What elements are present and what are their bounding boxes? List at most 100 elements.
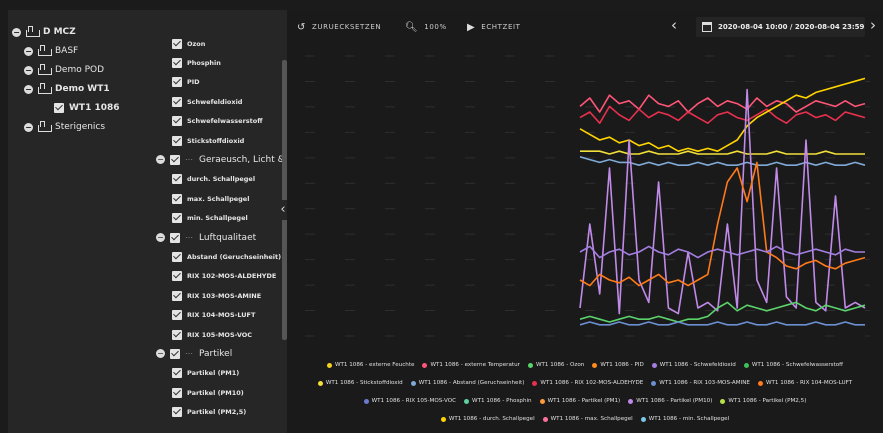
collapse-icon[interactable]: − — [24, 122, 33, 132]
date-range-picker[interactable]: 2020-08-04 10:00 / 2020-08-04 23:59 — [696, 17, 865, 37]
next-range-icon[interactable]: › — [870, 16, 876, 34]
line-chart[interactable] — [295, 46, 875, 346]
sensor-item[interactable]: RIX 105-MOS-VOC — [172, 326, 252, 343]
legend-dot-icon — [317, 380, 323, 386]
checkbox-icon[interactable] — [172, 329, 182, 340]
series-line[interactable] — [579, 156, 866, 166]
collapse-icon[interactable]: − — [12, 27, 21, 37]
checkbox-icon[interactable] — [172, 310, 182, 321]
tree-item[interactable]: − Demo WT1 — [24, 81, 110, 97]
checkbox-icon[interactable] — [172, 387, 182, 398]
checkbox-icon[interactable] — [172, 174, 182, 185]
legend-item[interactable]: WT1 1086 - Schwefelwasserstoff — [743, 362, 843, 368]
checkbox-icon[interactable] — [172, 96, 182, 107]
sensor-item[interactable]: Abstand (Geruchseinheit) — [172, 248, 281, 265]
sensor-item[interactable]: Partikel (PM1) — [172, 365, 239, 382]
calendar-icon — [702, 22, 712, 32]
sensor-item[interactable]: Partikel (PM2,5) — [172, 404, 246, 421]
series-line[interactable] — [579, 77, 866, 152]
legend-item[interactable]: WT1 1086 - externe Temperatur — [422, 362, 520, 368]
legend-label: WT1 1086 - RIX 104-MOS-LUFT — [765, 380, 853, 386]
zoom-button[interactable]: 🔍︎ 100% — [405, 20, 447, 34]
tree-item[interactable]: − D MCZ — [12, 24, 76, 40]
legend-item[interactable]: WT1 1086 - durch. Schallpegel — [440, 416, 535, 422]
legend-item[interactable]: WT1 1086 - RIX 105-MOS-VOC — [363, 398, 456, 404]
legend-item[interactable]: WT1 1086 - RIX 104-MOS-LUFT — [757, 380, 853, 386]
checkbox-icon[interactable] — [170, 232, 180, 243]
tree-item[interactable]: WT1 1086 — [54, 100, 120, 116]
tree-item-label: WT1 1086 — [69, 103, 120, 113]
sensor-item[interactable]: Schwefeldioxid — [172, 93, 242, 110]
sensor-tree-panel: − D MCZ − BASF − Demo POD − Demo WT1 WT1 1086− St… — [8, 10, 287, 433]
checkbox-icon[interactable] — [172, 38, 182, 49]
sensor-label: Abstand (Geruchseinheit) — [187, 252, 282, 261]
legend-label: WT1 1086 - max. Schallpegel — [550, 416, 633, 422]
series-line[interactable] — [579, 301, 866, 323]
checkbox-icon[interactable] — [172, 271, 182, 282]
reset-button[interactable]: ↺ ZURUECKSETZEN — [297, 20, 381, 34]
collapse-icon[interactable]: − — [156, 233, 165, 242]
checkbox-icon[interactable] — [170, 154, 180, 165]
legend-item[interactable]: WT1 1086 - Partikel (PM1) — [539, 398, 620, 404]
sensor-item[interactable]: PID — [172, 74, 200, 91]
sensor-item[interactable]: min. Schallpegel — [172, 210, 248, 227]
series-line[interactable] — [579, 105, 866, 124]
tree-item[interactable]: − Sterigenics — [24, 119, 105, 135]
checkbox-icon[interactable] — [172, 290, 182, 301]
legend-dot-icon — [527, 362, 533, 368]
legend-item[interactable]: WT1 1086 - PID — [592, 362, 644, 368]
legend-item[interactable]: WT1 1086 - min. Schallpegel — [640, 416, 729, 422]
collapse-icon[interactable]: − — [156, 349, 165, 359]
checkbox-icon[interactable] — [170, 348, 180, 359]
factory-icon — [38, 64, 52, 75]
sensor-group[interactable]: − ⋯ Partikel — [156, 345, 232, 362]
collapse-icon[interactable]: − — [24, 46, 33, 56]
sensor-group[interactable]: − ⋯ Luftqualitaet — [156, 229, 256, 246]
legend-item[interactable]: WT1 1086 - Abstand (Geruchseinheit) — [410, 380, 524, 386]
sensor-item[interactable]: RIX 103-MOS-AMINE — [172, 287, 261, 304]
sensor-item[interactable]: Ozon — [172, 35, 205, 52]
tree-item[interactable]: − BASF — [24, 43, 78, 59]
checkbox-icon[interactable] — [172, 135, 182, 146]
checkbox-icon[interactable] — [172, 213, 182, 224]
checkbox-icon[interactable] — [172, 77, 182, 88]
checkbox-icon[interactable] — [172, 57, 182, 68]
legend-item[interactable]: WT1 1086 - Partikel (PM10) — [628, 398, 712, 404]
sensor-label: min. Schallpegel — [187, 214, 248, 223]
collapse-icon[interactable]: − — [24, 65, 33, 75]
sensor-item[interactable]: Partikel (PM10) — [172, 384, 244, 401]
sensor-item[interactable]: RIX 104-MOS-LUFT — [172, 307, 255, 324]
sensor-item[interactable]: RIX 102-MOS-ALDEHYDE — [172, 268, 276, 285]
legend-item[interactable]: WT1 1086 - Phosphin — [464, 398, 532, 404]
tree-item[interactable]: − Demo POD — [24, 62, 104, 78]
legend-label: WT1 1086 - Partikel (PM2,5) — [728, 398, 807, 404]
checkbox-icon[interactable] — [172, 116, 182, 127]
series-line[interactable] — [579, 321, 865, 326]
collapse-icon[interactable]: − — [156, 155, 165, 165]
previous-range-icon[interactable]: ‹ — [671, 16, 677, 34]
series-line[interactable] — [579, 94, 866, 113]
realtime-button[interactable]: ▶ ECHTZEIT — [467, 20, 521, 34]
sensor-item[interactable]: Stickstoffdioxid — [172, 132, 244, 149]
legend-item[interactable]: WT1 1086 - RIX 102-MOS-ALDEHYDE — [532, 380, 643, 386]
sensor-item[interactable]: max. Schallpegel — [172, 190, 249, 207]
sensor-label: max. Schallpegel — [187, 194, 250, 203]
legend-item[interactable]: WT1 1086 - RIX 103-MOS-AMINE — [651, 380, 750, 386]
checkbox-icon[interactable] — [54, 103, 64, 113]
legend-item[interactable]: WT1 1086 - Schwefeldioxid — [651, 362, 736, 368]
legend-item[interactable]: WT1 1086 - Partikel (PM2,5) — [720, 398, 806, 404]
sensor-item[interactable]: Schwefelwasserstoff — [172, 113, 263, 130]
sensor-item[interactable]: durch. Schallpegel — [172, 171, 255, 188]
legend-item[interactable]: WT1 1086 - externe Feuchte — [326, 362, 414, 368]
checkbox-icon[interactable] — [172, 368, 182, 379]
collapse-icon[interactable]: − — [24, 84, 33, 94]
series-line[interactable] — [580, 150, 865, 155]
legend-item[interactable]: WT1 1086 - Ozon — [527, 362, 584, 368]
checkbox-icon[interactable] — [172, 193, 182, 204]
checkbox-icon[interactable] — [172, 407, 182, 418]
sensor-group[interactable]: − ⋯ Geraeusch, Licht & Vib — [156, 151, 287, 168]
legend-item[interactable]: WT1 1086 - max. Schallpegel — [542, 416, 633, 422]
checkbox-icon[interactable] — [172, 251, 182, 262]
legend-item[interactable]: WT1 1086 - Stickstoffdioxid — [317, 380, 403, 386]
sensor-item[interactable]: Phosphin — [172, 54, 221, 71]
